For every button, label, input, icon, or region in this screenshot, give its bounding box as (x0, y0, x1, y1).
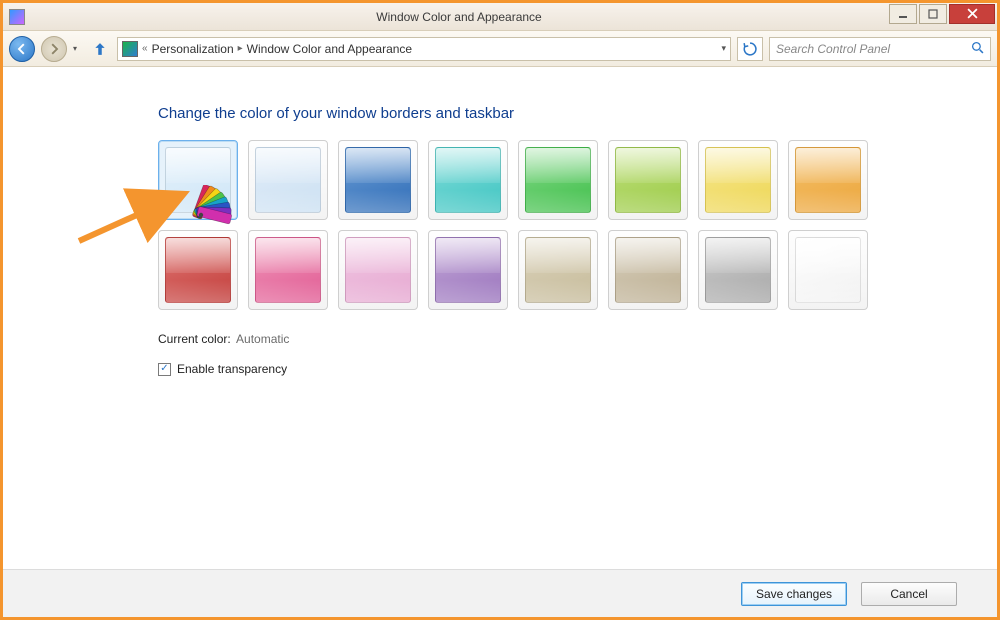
current-color-label: Current color: (158, 332, 231, 346)
close-button[interactable] (949, 4, 995, 24)
maximize-button[interactable] (919, 4, 947, 24)
title-bar: Window Color and Appearance (3, 3, 997, 31)
color-swatch-gray[interactable] (698, 230, 778, 310)
color-swatch-taupe[interactable] (518, 230, 598, 310)
swatch-chip (345, 147, 411, 213)
swatch-chip (435, 147, 501, 213)
swatch-chip (165, 147, 231, 213)
swatch-chip (525, 237, 591, 303)
transparency-checkbox[interactable]: ✓ (158, 363, 171, 376)
swatch-chip (615, 237, 681, 303)
save-changes-button[interactable]: Save changes (741, 582, 847, 606)
swatch-chip (795, 147, 861, 213)
swatch-chip (795, 237, 861, 303)
swatch-chip (705, 237, 771, 303)
breadcrumb-window-color[interactable]: Window Color and Appearance (247, 42, 412, 56)
swatch-chip (615, 147, 681, 213)
color-swatch-green[interactable] (518, 140, 598, 220)
content-area: Change the color of your window borders … (3, 67, 997, 569)
up-button[interactable] (89, 38, 111, 60)
transparency-label: Enable transparency (177, 362, 287, 376)
chevron-right-icon: ▸ (238, 43, 243, 54)
color-swatch-automatic[interactable] (158, 140, 238, 220)
breadcrumb-personalization[interactable]: Personalization (152, 42, 234, 56)
color-swatch-yellow[interactable] (698, 140, 778, 220)
color-swatch-pink[interactable] (338, 230, 418, 310)
address-bar[interactable]: « Personalization ▸ Window Color and App… (117, 37, 731, 61)
color-swatch-purple[interactable] (428, 230, 508, 310)
color-swatch-orange[interactable] (788, 140, 868, 220)
refresh-button[interactable] (737, 37, 763, 61)
color-swatch-red[interactable] (158, 230, 238, 310)
search-placeholder: Search Control Panel (776, 42, 890, 56)
app-icon (9, 9, 25, 25)
color-swatch-frost[interactable] (248, 140, 328, 220)
back-button[interactable] (9, 36, 35, 62)
search-icon (971, 41, 984, 57)
swatch-chip (705, 147, 771, 213)
history-dropdown[interactable]: ▾ (73, 44, 83, 53)
color-swatch-white[interactable] (788, 230, 868, 310)
address-dropdown[interactable]: ▾ (721, 43, 726, 54)
swatch-chip (345, 237, 411, 303)
color-swatch-teal[interactable] (428, 140, 508, 220)
minimize-button[interactable] (889, 4, 917, 24)
window-title: Window Color and Appearance (31, 10, 887, 24)
color-swatch-grid (158, 140, 997, 314)
forward-button[interactable] (41, 36, 67, 62)
color-swatch-lime[interactable] (608, 140, 688, 220)
color-swatch-chocolate[interactable] (608, 230, 688, 310)
swatch-chip (255, 147, 321, 213)
window-controls (887, 4, 995, 24)
swatch-chip (435, 237, 501, 303)
swatch-chip (165, 237, 231, 303)
current-color-value: Automatic (236, 332, 289, 346)
swatch-chip (525, 147, 591, 213)
dialog-footer: Save changes Cancel (3, 569, 997, 617)
color-swatch-magenta[interactable] (248, 230, 328, 310)
current-color-line: Current color: Automatic (158, 332, 997, 346)
transparency-row: ✓ Enable transparency (158, 362, 997, 376)
color-swatch-blue[interactable] (338, 140, 418, 220)
swatch-chip (255, 237, 321, 303)
nav-bar: ▾ « Personalization ▸ Window Color and A… (3, 31, 997, 67)
page-heading: Change the color of your window borders … (158, 105, 997, 122)
control-panel-icon (122, 41, 138, 57)
search-box[interactable]: Search Control Panel (769, 37, 991, 61)
cancel-button[interactable]: Cancel (861, 582, 957, 606)
chevron-left-icon: « (142, 43, 148, 54)
